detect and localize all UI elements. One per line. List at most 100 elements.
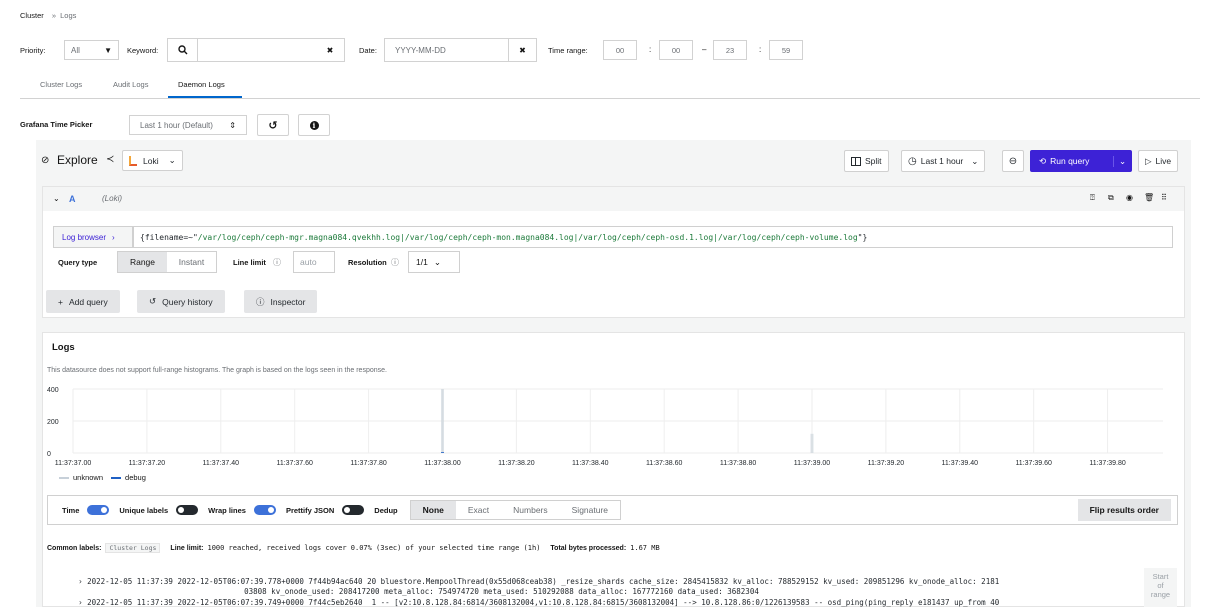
clear-date-icon[interactable]: ✖ <box>508 39 536 61</box>
tab-daemon-logs[interactable]: Daemon Logs <box>178 80 225 89</box>
query-history-button[interactable]: ↺ Query history <box>137 290 225 313</box>
play-icon: ▷ <box>1145 155 1152 166</box>
resolution-label: Resolution <box>348 258 387 267</box>
line-limit-label: Line limit <box>233 258 266 267</box>
query-expression-input[interactable]: {filename=~"/var/log/ceph/ceph-mgr.magna… <box>133 226 1173 248</box>
duplicate-icon[interactable]: ⧉ <box>1108 193 1114 203</box>
time-range-label: Time range: <box>548 46 588 55</box>
collapse-chevron-icon[interactable]: ⌄ <box>53 194 60 203</box>
log-browser-button[interactable]: Log browser › <box>53 226 133 248</box>
end-hour-input[interactable]: 23 <box>713 40 747 60</box>
resolution-select[interactable]: 1/1 ⌄ <box>408 251 460 273</box>
date-input[interactable]: YYYY-MM-DD <box>385 46 508 55</box>
run-query-button[interactable]: ⟲ Run query ⌄ <box>1030 150 1132 172</box>
start-hour-input[interactable]: 00 <box>603 40 637 60</box>
chevron-right-icon: › <box>112 232 115 242</box>
dedup-signature[interactable]: Signature <box>560 501 620 519</box>
expand-icon[interactable]: › <box>78 598 83 607</box>
chevron-down-icon: ⌄ <box>168 155 176 165</box>
chart-legend: unknown debug <box>59 473 146 482</box>
live-button[interactable]: ▷ Live <box>1138 150 1179 172</box>
zoom-out-button[interactable]: ⊖ <box>1002 150 1024 172</box>
histogram-notice: This datasource does not support full-ra… <box>47 367 387 374</box>
info-icon: i <box>309 120 319 130</box>
priority-select[interactable]: All ▼ <box>64 40 119 60</box>
x-tick-label: 11:37:37.80 <box>350 460 387 467</box>
wrap-lines-label: Wrap lines <box>208 505 246 515</box>
expr-suffix: "} <box>857 232 868 242</box>
tab-cluster-logs[interactable]: Cluster Logs <box>40 80 82 89</box>
bytes-processed-value: 1.67 MB <box>630 544 660 552</box>
inspector-button[interactable]: ⓘ Inspector <box>244 290 318 313</box>
x-tick-label: 11:37:38.40 <box>572 460 609 467</box>
x-tick-label: 11:37:38.00 <box>424 460 461 467</box>
prettify-json-label: Prettify JSON <box>285 505 335 515</box>
plus-icon: + <box>58 296 63 307</box>
info-circle-icon: ⓘ <box>391 258 399 267</box>
clear-keyword-icon[interactable]: ✖ <box>316 46 344 55</box>
x-tick-label: 11:37:39.60 <box>1015 460 1052 467</box>
breadcrumb-root[interactable]: Cluster <box>20 11 44 20</box>
refresh-button[interactable]: ↺ <box>257 114 289 136</box>
drag-handle-icon[interactable]: ⠿ <box>1161 193 1167 202</box>
x-tick-label: 11:37:38.60 <box>646 460 683 467</box>
info-button[interactable]: i <box>298 114 330 136</box>
split-button[interactable]: Split <box>844 150 889 172</box>
query-datasource: (Loki) <box>102 194 123 203</box>
time-dash: – <box>702 45 707 54</box>
grafana-time-picker-select[interactable]: Last 1 hour (Default) ⇕ <box>129 115 247 135</box>
trash-icon[interactable]: 🗑 <box>1144 193 1154 202</box>
help-icon[interactable]: ⍰ <box>1090 193 1095 203</box>
dedup-none[interactable]: None <box>410 501 456 519</box>
tab-audit-logs[interactable]: Audit Logs <box>113 80 148 89</box>
log-timestamp: 2022-12-05 11:37:39 <box>87 598 173 607</box>
start-of-range-marker[interactable]: Start of range <box>1144 568 1177 607</box>
bar-debug <box>440 452 444 453</box>
run-query-label: Run query <box>1050 156 1090 166</box>
query-type-label: Query type <box>58 258 98 267</box>
query-history-label: Query history <box>162 296 213 307</box>
query-type-instant[interactable]: Instant <box>167 252 216 272</box>
explore-toolbar: ⊘ Explore ≺ Loki ⌄ Split ◷ Last 1 hour ⌄… <box>36 140 1191 180</box>
chevron-down-icon: ⌄ <box>433 256 441 267</box>
unique-labels-toggle[interactable] <box>176 505 199 515</box>
y-tick-label: 200 <box>47 419 59 426</box>
wrap-lines-toggle[interactable] <box>253 505 276 515</box>
refresh-icon: ↺ <box>268 119 278 132</box>
eye-icon[interactable]: ◉ <box>1126 193 1133 202</box>
line-limit-meta-label: Line limit: <box>170 544 204 552</box>
x-tick-label: 11:37:37.20 <box>129 460 166 467</box>
time-toggle[interactable] <box>87 505 110 515</box>
add-query-button[interactable]: + Add query <box>46 290 120 313</box>
query-type-range[interactable]: Range <box>118 252 167 272</box>
dedup-numbers[interactable]: Numbers <box>501 501 559 519</box>
line-limit-input[interactable]: auto <box>293 251 335 273</box>
dedup-selector: None Exact Numbers Signature <box>409 500 622 520</box>
end-minute-input[interactable]: 59 <box>769 40 803 60</box>
x-tick-label: 11:37:39.80 <box>1089 460 1126 467</box>
priority-label: Priority: <box>20 46 46 55</box>
log-row[interactable]: › 2022-12-05 11:37:39 2022-12-05T06:07:3… <box>51 589 999 607</box>
query-ref[interactable]: A <box>69 194 76 204</box>
dedup-exact[interactable]: Exact <box>456 501 501 519</box>
legend-item-debug[interactable]: debug <box>111 473 146 482</box>
loki-logo-icon <box>129 155 137 166</box>
sort-arrows-icon: ⇕ <box>229 120 236 130</box>
line-limit-meta-value: 1000 reached, received logs cover 0.07% … <box>207 544 541 552</box>
tabs-divider <box>20 98 1200 99</box>
x-tick-label: 11:37:37.60 <box>276 460 313 467</box>
prettify-json-toggle[interactable] <box>342 505 365 515</box>
chevron-down-icon[interactable]: ⌄ <box>1113 155 1131 167</box>
expand-icon[interactable]: › <box>78 577 83 586</box>
refresh-icon: ⟲ <box>1039 155 1047 166</box>
x-tick-label: 11:37:38.20 <box>498 460 535 467</box>
x-tick-label: 11:37:39.00 <box>794 460 831 467</box>
legend-item-unknown[interactable]: unknown <box>59 473 103 482</box>
datasource-picker[interactable]: Loki ⌄ <box>122 150 183 171</box>
flip-results-button[interactable]: Flip results order <box>1077 499 1171 521</box>
resolution-value: 1/1 <box>416 257 428 267</box>
time-range-picker[interactable]: ◷ Last 1 hour ⌄ <box>901 150 986 172</box>
start-minute-input[interactable]: 00 <box>659 40 693 60</box>
common-labels-label: Common labels: <box>47 544 102 552</box>
share-icon[interactable]: ≺ <box>106 154 114 165</box>
